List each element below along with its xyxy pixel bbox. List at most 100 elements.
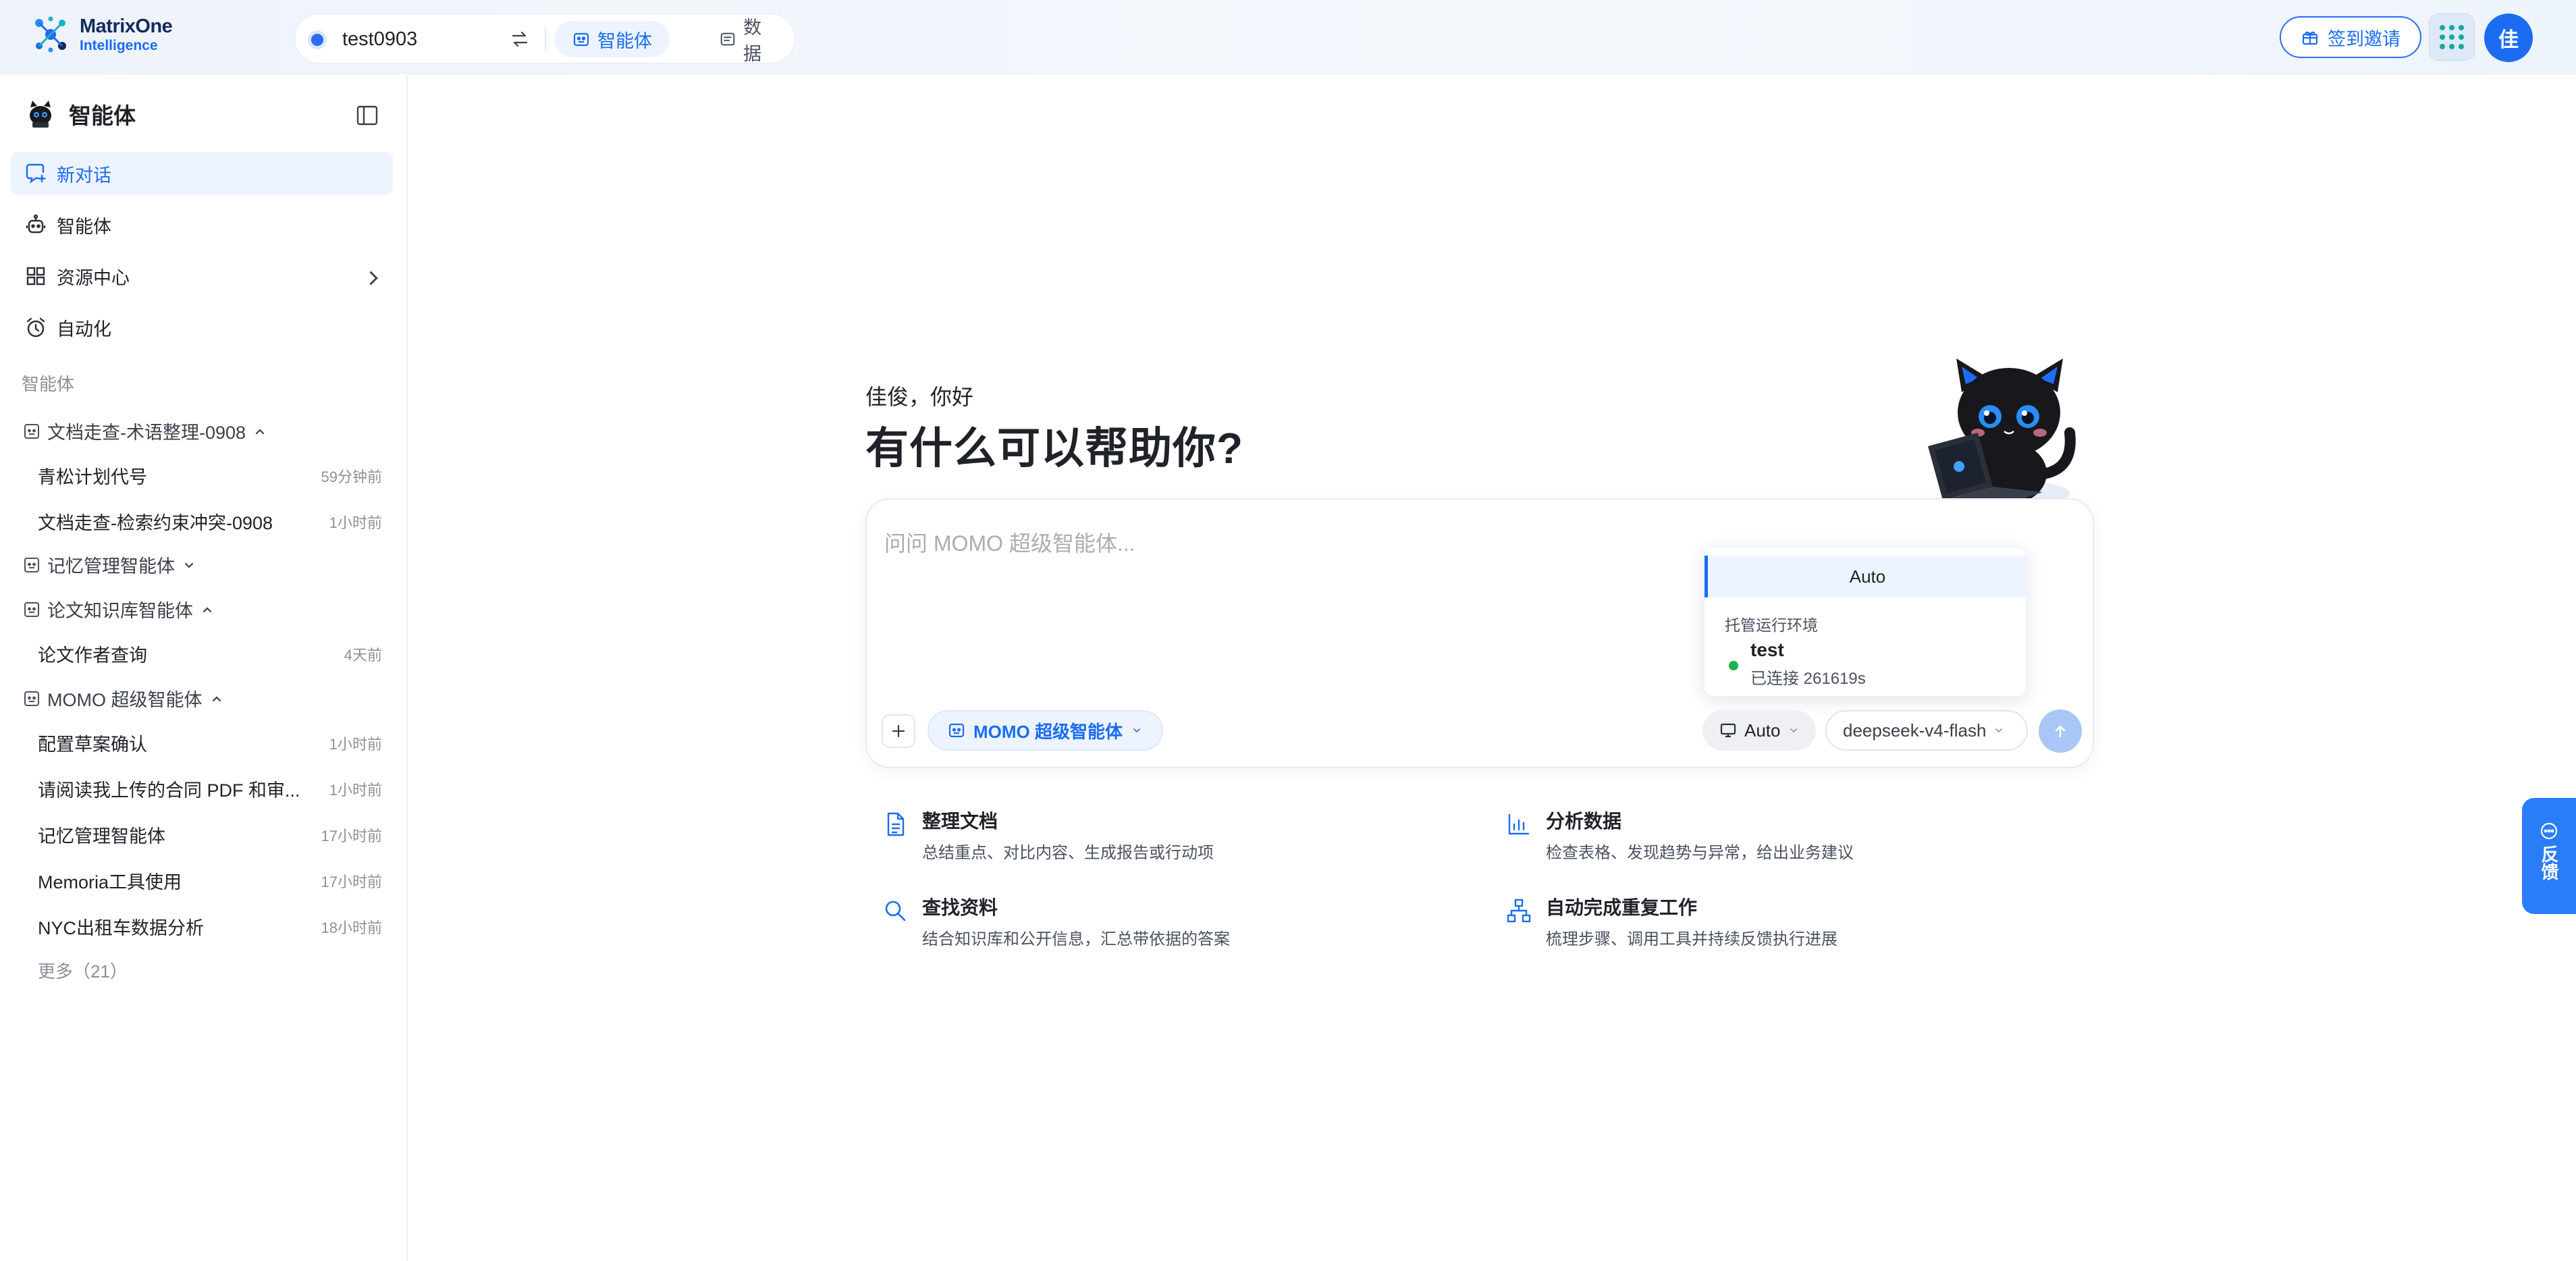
environment-selector-label: Auto bbox=[1744, 720, 1781, 741]
conversation-item[interactable]: Memoria工具使用 17小时前 bbox=[38, 867, 382, 894]
chevron-up-icon bbox=[255, 428, 265, 434]
chevron-right-icon bbox=[369, 271, 378, 285]
gift-icon bbox=[2302, 31, 2318, 45]
suggestion-card[interactable]: 查找资料 结合知识库和公开信息，汇总带依据的答案 bbox=[882, 893, 1230, 949]
env-option-name[interactable]: test bbox=[1750, 639, 1784, 661]
agent-icon bbox=[24, 601, 39, 617]
conversation-time: 18小时前 bbox=[321, 919, 382, 936]
chevron-up-icon bbox=[203, 606, 212, 612]
agent-group[interactable]: 记忆管理智能体 bbox=[23, 552, 196, 578]
environment-selector[interactable]: Auto bbox=[1702, 710, 1816, 751]
nav-resource-center[interactable]: 资源中心 bbox=[11, 254, 393, 298]
suggestion-card[interactable]: 自动完成重复工作 梳理步骤、调用工具并持续反馈执行进展 bbox=[1505, 893, 1837, 949]
suggestion-title: 查找资料 bbox=[922, 897, 998, 918]
plus-icon bbox=[892, 724, 905, 738]
document-icon bbox=[887, 812, 905, 836]
nav-agents[interactable]: 智能体 bbox=[11, 203, 393, 246]
conversation-title: 青松计划代号 bbox=[38, 467, 147, 487]
env-connection-status: 已连接 261619s bbox=[1750, 670, 1866, 688]
sidebar-header: 智能体 bbox=[24, 98, 136, 130]
agent-group-name: 文档走查-术语整理-0908 bbox=[47, 423, 246, 443]
more-conversations-link[interactable]: 更多（21） bbox=[38, 958, 128, 983]
headline: 有什么可以帮助你? bbox=[865, 424, 1244, 473]
conversation-title: 论文作者查询 bbox=[38, 645, 147, 666]
conversation-item[interactable]: 记忆管理智能体 17小时前 bbox=[38, 822, 382, 848]
agent-icon bbox=[24, 423, 39, 439]
conversation-title: 配置草案确认 bbox=[38, 734, 147, 755]
brand-subtitle: Intelligence bbox=[80, 37, 158, 53]
add-attachment-button[interactable] bbox=[882, 714, 915, 748]
conversation-item[interactable]: 论文作者查询 4天前 bbox=[38, 641, 382, 667]
monitor-icon bbox=[1720, 723, 1736, 738]
tab-agents-label: 智能体 bbox=[597, 30, 652, 51]
conversation-time: 4天前 bbox=[344, 646, 382, 664]
send-button[interactable] bbox=[2039, 709, 2082, 753]
conversation-item[interactable]: 请阅读我上传的合同 PDF 和审... 1小时前 bbox=[38, 776, 382, 802]
suggestion-title: 自动完成重复工作 bbox=[1546, 897, 1698, 918]
env-section-label: 托管运行环境 bbox=[1725, 616, 1818, 634]
robot-icon bbox=[26, 214, 46, 234]
conversation-time: 17小时前 bbox=[321, 827, 382, 844]
conversation-time: 17小时前 bbox=[321, 873, 382, 890]
sidebar-title: 智能体 bbox=[69, 103, 136, 128]
conversation-time: 59分钟前 bbox=[321, 468, 382, 485]
sidebar: 智能体 新对话 智能体 资源中心 自动化 智能体 文档走查-术语整理-0908 … bbox=[0, 75, 408, 1261]
conversation-item[interactable]: NYC出租车数据分析 18小时前 bbox=[38, 913, 382, 940]
swap-icon[interactable] bbox=[510, 29, 530, 49]
suggestion-desc: 结合知识库和公开信息，汇总带依据的答案 bbox=[922, 930, 1230, 948]
tab-agents[interactable]: 智能体 bbox=[554, 21, 670, 57]
suggestion-desc: 梳理步骤、调用工具并持续反馈执行进展 bbox=[1546, 930, 1837, 948]
collapse-sidebar-icon[interactable] bbox=[355, 103, 379, 128]
nav-new-chat[interactable]: 新对话 bbox=[11, 152, 393, 195]
chevron-down-icon bbox=[1133, 728, 1140, 733]
message-input[interactable]: 问问 MOMO 超级智能体... bbox=[884, 527, 1135, 558]
brand-name: MatrixOne bbox=[80, 15, 173, 37]
conversation-item[interactable]: 配置草案确认 1小时前 bbox=[38, 730, 382, 756]
agent-group[interactable]: 论文知识库智能体 bbox=[23, 596, 215, 622]
suggestion-title: 分析数据 bbox=[1546, 811, 1622, 832]
conversation-time: 1小时前 bbox=[329, 735, 382, 753]
tab-data-label: 数据 bbox=[743, 18, 761, 64]
nav-automation-label: 自动化 bbox=[57, 319, 111, 340]
invite-label: 签到邀请 bbox=[2328, 28, 2400, 49]
agents-section-label: 智能体 bbox=[22, 374, 75, 394]
conversation-item[interactable]: 青松计划代号 59分钟前 bbox=[38, 462, 382, 489]
nav-agents-label: 智能体 bbox=[57, 216, 111, 237]
agent-icon bbox=[24, 557, 39, 572]
feedback-button[interactable]: 反馈 bbox=[2522, 798, 2576, 914]
arrow-up-icon bbox=[2055, 725, 2066, 738]
top-bar: MatrixOne Intelligence test0903 智能体 数据 签… bbox=[0, 0, 2576, 74]
workspace-name[interactable]: test0903 bbox=[342, 14, 417, 64]
env-option-auto[interactable]: Auto bbox=[1705, 556, 2027, 597]
cat-mascot-illustration bbox=[1928, 358, 2076, 508]
conversation-item[interactable]: 文档走查-检索约束冲突-0908 1小时前 bbox=[38, 508, 382, 535]
conversation-title: Memoria工具使用 bbox=[38, 872, 182, 892]
invite-button[interactable]: 签到邀请 bbox=[2280, 16, 2421, 58]
chevron-up-icon bbox=[212, 695, 221, 701]
conversation-title: 请阅读我上传的合同 PDF 和审... bbox=[38, 780, 300, 801]
model-selector[interactable]: deepseek-v4-flash bbox=[1825, 710, 2028, 751]
model-selector-label: deepseek-v4-flash bbox=[1843, 720, 1987, 741]
agent-selector[interactable]: MOMO 超级智能体 bbox=[928, 710, 1163, 751]
agent-group-name: 记忆管理智能体 bbox=[47, 556, 175, 576]
suggestion-card[interactable]: 分析数据 检查表格、发现趋势与异常，给出业务建议 bbox=[1505, 807, 1854, 863]
suggestion-desc: 总结重点、对比内容、生成报告或行动项 bbox=[922, 844, 1214, 862]
tab-data[interactable]: 数据 bbox=[701, 18, 795, 64]
workspace-switcher: test0903 智能体 数据 bbox=[294, 14, 795, 64]
chevron-down-icon bbox=[1790, 728, 1797, 733]
agent-group[interactable]: MOMO 超级智能体 bbox=[23, 685, 224, 712]
data-icon bbox=[720, 32, 735, 46]
greeting: 佳俊，你好 bbox=[865, 385, 974, 409]
conversation-title: NYC出租车数据分析 bbox=[38, 918, 205, 938]
nav-automation[interactable]: 自动化 bbox=[11, 306, 393, 349]
apps-grid-button[interactable] bbox=[2429, 14, 2475, 61]
chat-composer: 问问 MOMO 超级智能体... Auto 托管运行环境 test 已连接 26… bbox=[865, 498, 2094, 768]
divider bbox=[545, 28, 546, 51]
workflow-icon bbox=[1507, 898, 1531, 923]
conversation-time: 1小时前 bbox=[329, 514, 382, 531]
suggestion-card[interactable]: 整理文档 总结重点、对比内容、生成报告或行动项 bbox=[882, 807, 1214, 863]
brand-logo[interactable]: MatrixOne Intelligence bbox=[31, 15, 173, 54]
main-panel: 佳俊，你好 有什么可以帮助你? 问问 MOMO 超级智能体... Auto 托管… bbox=[409, 75, 2576, 1261]
user-avatar[interactable]: 佳 bbox=[2484, 14, 2533, 62]
agent-group[interactable]: 文档走查-术语整理-0908 bbox=[23, 418, 267, 444]
